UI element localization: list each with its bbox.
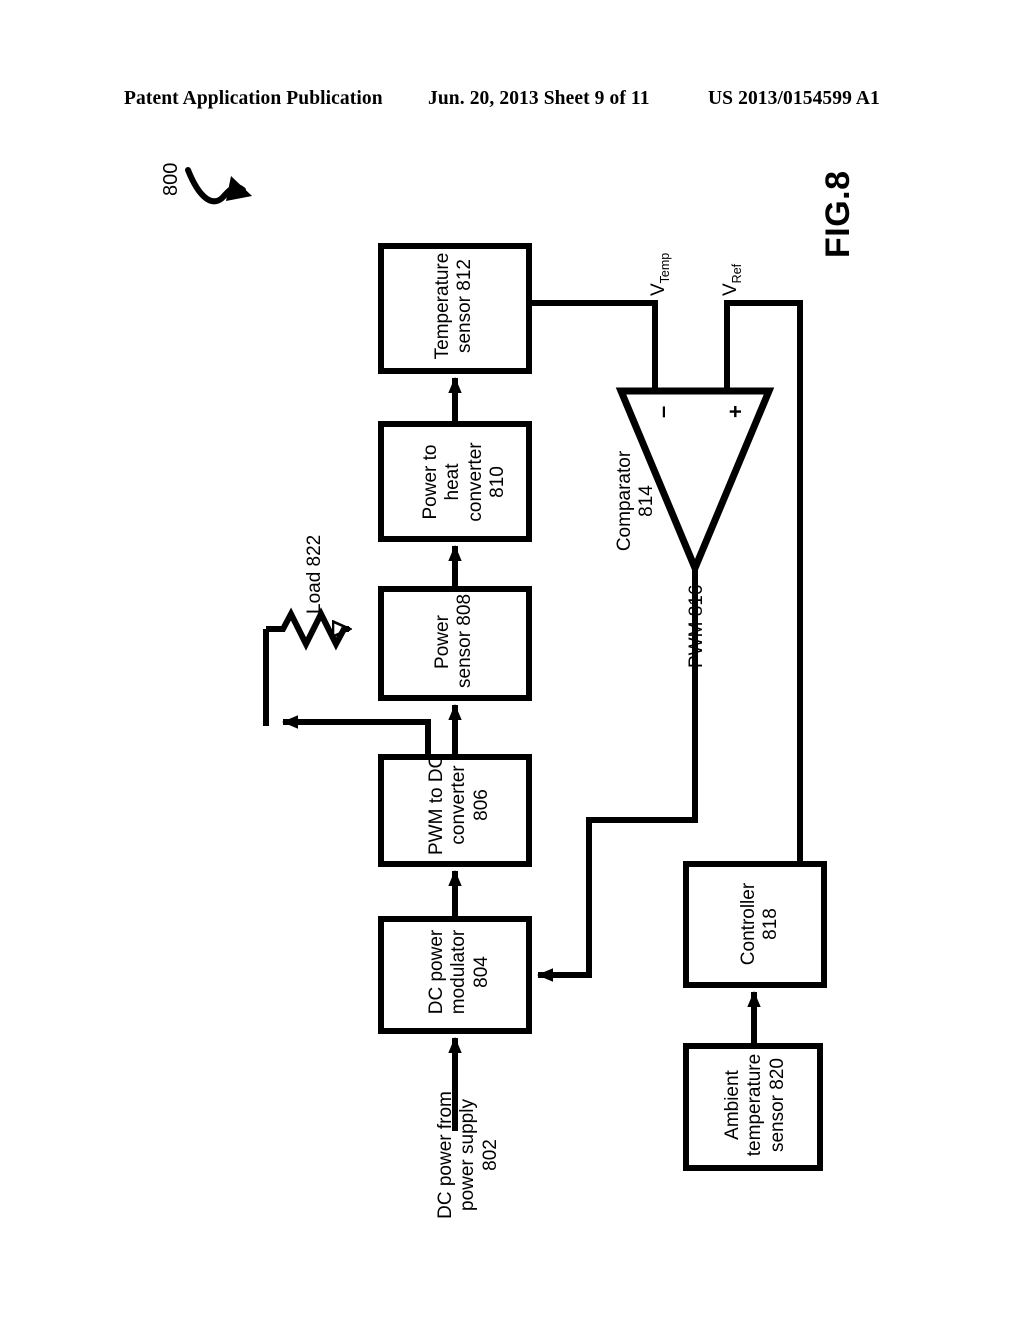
block-temperature-sensor (378, 243, 532, 374)
wire-v-ref (724, 300, 803, 864)
system-ref-pointer (185, 167, 252, 205)
block-power-sensor (378, 586, 532, 701)
block-ambient-temperature-sensor (683, 1043, 823, 1171)
wire-pwm-output (537, 568, 698, 982)
wire-v-temp (529, 300, 658, 391)
figure-8-block-diagram (185, 167, 827, 1171)
wire-load-branch (282, 715, 431, 757)
block-pwm-to-dc-converter (378, 754, 532, 867)
load-resistor-symbol (266, 607, 349, 651)
block-power-to-heat-converter (378, 421, 532, 542)
comparator-symbol (615, 387, 775, 578)
patent-page: Patent Application Publication Jun. 20, … (0, 0, 1024, 1320)
block-dc-power-modulator (378, 916, 532, 1034)
block-controller (683, 861, 827, 988)
